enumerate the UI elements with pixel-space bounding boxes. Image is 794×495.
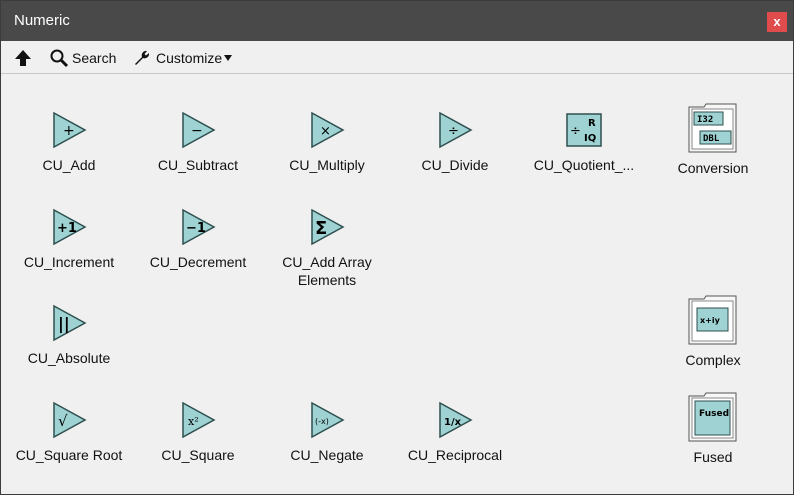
palette-content: + CU_Add − CU_Subtract × CU_Multiply ÷ C… [1, 74, 793, 494]
dropdown-arrow-icon [223, 53, 233, 63]
svg-text:IQ: IQ [584, 133, 596, 144]
cu-increment-item[interactable]: +1 CU_Increment [4, 207, 134, 271]
svg-text:(-x): (-x) [315, 417, 329, 426]
svg-text:Fused: Fused [699, 409, 729, 419]
cu-decrement-item[interactable]: −1 CU_Decrement [133, 207, 263, 271]
complex-folder-icon: x+iy [688, 295, 738, 345]
square-icon: x² [178, 400, 218, 440]
item-label: Complex [685, 352, 741, 368]
svg-text:DBL: DBL [703, 134, 720, 144]
numeric-palette-window: Numeric x Search Customize + CU_Add − CU… [0, 0, 794, 495]
item-label: CU_Negate [290, 447, 364, 463]
conversion-folder-item[interactable]: I32 DBL Conversion [648, 103, 778, 177]
negate-icon: (-x) [307, 400, 347, 440]
cu-subtract-item[interactable]: − CU_Subtract [133, 110, 263, 174]
item-label: CU_Divide [421, 157, 489, 173]
cu-square-item[interactable]: x² CU_Square [133, 400, 263, 464]
search-icon [49, 48, 69, 68]
cu-quotient-item[interactable]: ÷ R IQ CU_Quotient_... [519, 110, 649, 174]
item-label: CU_Square [161, 447, 235, 463]
item-label: CU_Add [42, 157, 96, 173]
svg-text:+: + [63, 123, 75, 139]
svg-text:√: √ [58, 412, 68, 430]
cu-multiply-item[interactable]: × CU_Multiply [262, 110, 392, 174]
absolute-icon: || [49, 303, 89, 343]
square-root-icon: √ [49, 400, 89, 440]
svg-text:÷: ÷ [448, 124, 459, 139]
customize-button[interactable]: Customize [132, 48, 233, 68]
svg-text:1/x: 1/x [444, 417, 462, 428]
svg-text:−: − [191, 123, 203, 139]
svg-text:||: || [58, 314, 70, 334]
item-label: CU_Absolute [27, 350, 111, 366]
svg-text:x+iy: x+iy [700, 316, 721, 325]
wrench-icon [132, 48, 152, 68]
item-label: CU_Quotient_... [533, 157, 635, 173]
item-label: CU_Increment [23, 254, 115, 270]
increment-icon: +1 [49, 207, 89, 247]
item-label: CU_Add Array Elements [282, 254, 372, 288]
svg-text:÷: ÷ [570, 124, 581, 139]
sum-icon: Σ [307, 207, 347, 247]
cu-square-root-item[interactable]: √ CU_Square Root [4, 400, 134, 464]
add-icon: + [49, 110, 89, 150]
toolbar: Search Customize [1, 41, 793, 74]
item-label: CU_Reciprocal [407, 447, 503, 463]
cu-divide-item[interactable]: ÷ CU_Divide [390, 110, 520, 174]
conversion-folder-icon: I32 DBL [688, 103, 738, 153]
cu-negate-item[interactable]: (-x) CU_Negate [262, 400, 392, 464]
quotient-remainder-icon: ÷ R IQ [564, 110, 604, 150]
item-label: CU_Multiply [289, 157, 365, 173]
svg-text:Σ: Σ [315, 218, 327, 239]
cu-absolute-item[interactable]: || CU_Absolute [4, 303, 134, 367]
multiply-icon: × [307, 110, 347, 150]
cu-reciprocal-item[interactable]: 1/x CU_Reciprocal [390, 400, 520, 464]
svg-text:I32: I32 [697, 115, 713, 125]
svg-text:+1: +1 [57, 221, 77, 236]
title-bar[interactable]: Numeric x [1, 1, 793, 41]
customize-label: Customize [156, 50, 223, 66]
complex-folder-item[interactable]: x+iy Complex [648, 295, 778, 369]
svg-text:x²: x² [188, 415, 199, 428]
search-button[interactable]: Search [49, 48, 116, 68]
subtract-icon: − [178, 110, 218, 150]
search-label: Search [72, 50, 117, 66]
item-label: Fused [693, 449, 733, 465]
svg-text:R: R [588, 118, 596, 129]
item-label: CU_Decrement [149, 254, 247, 270]
svg-text:×: × [320, 124, 331, 139]
up-arrow-icon [13, 48, 33, 68]
fused-folder-icon: Fused [688, 392, 738, 442]
cu-add-array-elements-item[interactable]: Σ CU_Add Array Elements [262, 207, 392, 289]
close-button[interactable]: x [767, 12, 787, 32]
decrement-icon: −1 [178, 207, 218, 247]
divide-icon: ÷ [435, 110, 475, 150]
svg-text:−1: −1 [186, 221, 206, 236]
fused-folder-item[interactable]: Fused Fused [648, 392, 778, 466]
reciprocal-icon: 1/x [435, 400, 475, 440]
item-label: CU_Square Root [15, 447, 123, 463]
up-button[interactable] [13, 48, 33, 68]
item-label: CU_Subtract [157, 157, 239, 173]
item-label: Conversion [677, 160, 749, 176]
cu-add-item[interactable]: + CU_Add [4, 110, 134, 174]
window-title: Numeric [14, 12, 70, 29]
